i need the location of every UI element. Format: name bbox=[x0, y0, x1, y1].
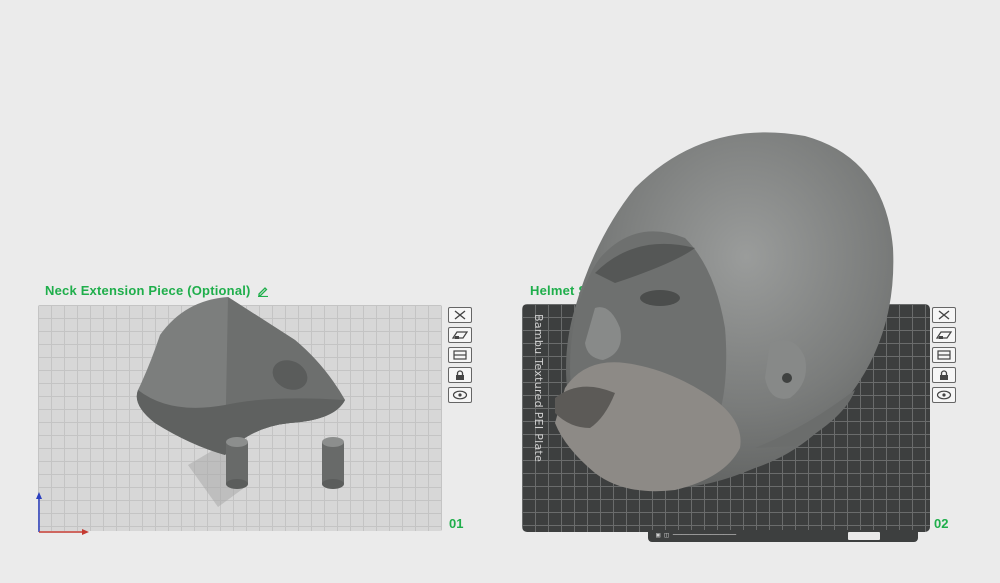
arrange-icon bbox=[936, 331, 952, 339]
lock-icon bbox=[940, 369, 948, 380]
head-model[interactable] bbox=[555, 128, 900, 498]
view-icon bbox=[936, 390, 952, 400]
plate-number-1: 01 bbox=[449, 516, 464, 531]
arrange-icon bbox=[452, 331, 468, 339]
plate-type-label: Bambu Textured PEI Plate bbox=[532, 314, 545, 463]
orient-button[interactable] bbox=[448, 347, 472, 363]
close-plate-button[interactable] bbox=[448, 307, 472, 323]
close-icon bbox=[938, 310, 950, 320]
view-button[interactable] bbox=[932, 387, 956, 403]
view-button[interactable] bbox=[448, 387, 472, 403]
plate-tab-text: ▣ ◫ ─────────────── bbox=[656, 531, 737, 539]
orient-button[interactable] bbox=[932, 347, 956, 363]
plate-toolbar-1 bbox=[448, 307, 472, 407]
close-icon bbox=[454, 310, 466, 320]
plate-tab: ▣ ◫ ─────────────── bbox=[648, 530, 918, 542]
lock-icon bbox=[456, 369, 464, 380]
lock-button[interactable] bbox=[448, 367, 472, 383]
plate-number-2: 02 bbox=[934, 516, 949, 531]
axis-gizmo bbox=[36, 492, 89, 535]
plate-tab-mark bbox=[848, 532, 880, 540]
arrange-button[interactable] bbox=[932, 327, 956, 343]
neck-extension-model[interactable] bbox=[130, 295, 360, 515]
view-icon bbox=[452, 390, 468, 400]
orient-icon bbox=[937, 350, 951, 360]
plate-toolbar-2 bbox=[932, 307, 956, 407]
close-plate-button[interactable] bbox=[932, 307, 956, 323]
orient-icon bbox=[453, 350, 467, 360]
lock-button[interactable] bbox=[932, 367, 956, 383]
arrange-button[interactable] bbox=[448, 327, 472, 343]
